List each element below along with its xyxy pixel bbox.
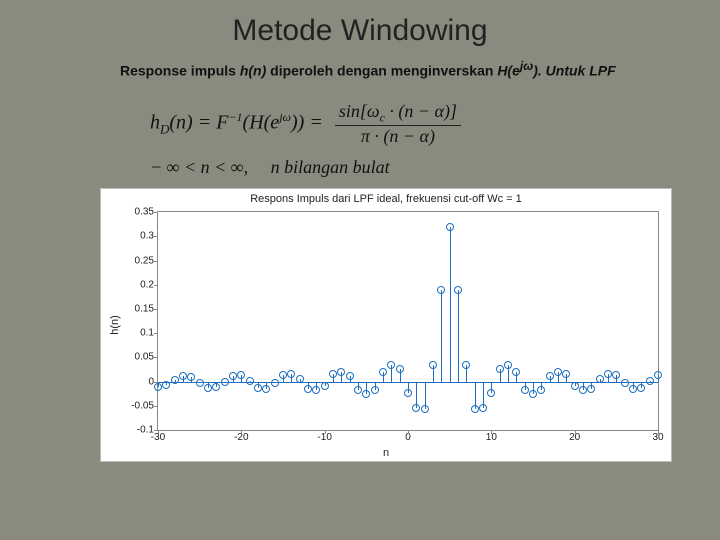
- stem-marker: [521, 386, 529, 394]
- stem-marker: [287, 370, 295, 378]
- stem-marker: [471, 405, 479, 413]
- stem-marker: [537, 386, 545, 394]
- slide-title: Metode Windowing: [0, 0, 720, 58]
- stem-marker: [154, 383, 162, 391]
- body-suffix: ). Untuk LPF: [533, 63, 615, 79]
- stem-marker: [612, 371, 620, 379]
- eq-inv: −1: [228, 110, 242, 124]
- stem-marker: [371, 386, 379, 394]
- stem-marker: [379, 368, 387, 376]
- stem-marker: [579, 386, 587, 394]
- stem-marker: [354, 386, 362, 394]
- eq-row2b: n bilangan bulat: [271, 157, 390, 177]
- stem: [458, 290, 459, 382]
- stem-marker: [329, 370, 337, 378]
- eq-num: sin[ω: [339, 101, 380, 121]
- stem-marker: [246, 377, 254, 385]
- body-he: H(e: [497, 63, 520, 79]
- stem-marker: [237, 371, 245, 379]
- equation-row2: − ∞ < n < ∞, n bilangan bulat: [150, 157, 570, 178]
- stem-marker: [412, 404, 420, 412]
- stem-marker: [546, 372, 554, 380]
- equation-row1: hD(n) = F−1(H(ejω)) = sin[ωc · (n − α)] …: [150, 101, 570, 148]
- stem-marker: [496, 365, 504, 373]
- body-prefix: Response impuls: [120, 63, 240, 79]
- body-exp: jω: [520, 59, 533, 73]
- chart-xlabel: n: [101, 447, 671, 459]
- stem-marker: [312, 386, 320, 394]
- plot-area: -0.1-0.0500.050.10.150.20.250.30.35-30-2…: [157, 211, 659, 431]
- chart: Respons Impuls dari LPF ideal, frekuensi…: [100, 188, 672, 462]
- stem-marker: [346, 372, 354, 380]
- eq-sub: D: [160, 122, 169, 137]
- stem-marker: [204, 384, 212, 392]
- stem: [441, 290, 442, 382]
- stem-marker: [629, 385, 637, 393]
- stem-marker: [296, 375, 304, 383]
- stem-marker: [654, 371, 662, 379]
- equation-block: hD(n) = F−1(H(ejω)) = sin[ωc · (n − α)] …: [150, 101, 570, 179]
- stem-marker: [321, 382, 329, 390]
- stem-marker: [512, 368, 520, 376]
- stem-marker: [554, 368, 562, 376]
- stem-marker: [212, 383, 220, 391]
- stem-marker: [429, 361, 437, 369]
- stem-marker: [596, 375, 604, 383]
- stem-marker: [162, 381, 170, 389]
- stem-marker: [587, 385, 595, 393]
- body-mid: diperoleh dengan menginverskan: [266, 63, 497, 79]
- stem-marker: [396, 365, 404, 373]
- stem-marker: [196, 379, 204, 387]
- chart-title: Respons Impuls dari LPF ideal, frekuensi…: [101, 193, 671, 205]
- stem-marker: [337, 368, 345, 376]
- body-hn: h(n): [240, 63, 266, 79]
- stem-marker: [387, 361, 395, 369]
- stem-marker: [504, 361, 512, 369]
- stem-marker: [487, 389, 495, 397]
- stem-marker: [362, 390, 370, 398]
- eq-argend: )) =: [291, 112, 323, 134]
- stem-marker: [437, 286, 445, 294]
- eq-numrest: · (n − α)]: [385, 101, 457, 121]
- stem-marker: [229, 372, 237, 380]
- stem-marker: [279, 371, 287, 379]
- stem-marker: [262, 385, 270, 393]
- stem-marker: [254, 384, 262, 392]
- body-text: Response impuls h(n) diperoleh dengan me…: [0, 58, 720, 81]
- eq-row2a: − ∞ < n < ∞,: [150, 157, 248, 177]
- stem-marker: [462, 361, 470, 369]
- stem: [450, 227, 451, 381]
- stem-marker: [604, 370, 612, 378]
- stem-marker: [187, 373, 195, 381]
- stem-marker: [179, 372, 187, 380]
- stem-marker: [529, 390, 537, 398]
- stem-marker: [304, 385, 312, 393]
- eq-argexp: jω: [279, 110, 291, 124]
- stem-marker: [221, 378, 229, 386]
- eq-n: (n) = F: [169, 112, 228, 134]
- stem-marker: [562, 370, 570, 378]
- eq-den: π · (n − α): [357, 126, 439, 147]
- stem-marker: [271, 379, 279, 387]
- eq-fraction: sin[ωc · (n − α)] π · (n − α): [335, 101, 461, 148]
- stem-marker: [454, 286, 462, 294]
- chart-ylabel: h(n): [109, 315, 121, 335]
- stem-marker: [446, 223, 454, 231]
- eq-arg: (H(e: [243, 112, 280, 134]
- stem-marker: [404, 389, 412, 397]
- stem-marker: [646, 377, 654, 385]
- stem-marker: [421, 405, 429, 413]
- stem-marker: [171, 376, 179, 384]
- stem-marker: [637, 384, 645, 392]
- eq-lhs: h: [150, 112, 160, 134]
- stem-marker: [479, 404, 487, 412]
- stem-marker: [571, 382, 579, 390]
- stem-marker: [621, 379, 629, 387]
